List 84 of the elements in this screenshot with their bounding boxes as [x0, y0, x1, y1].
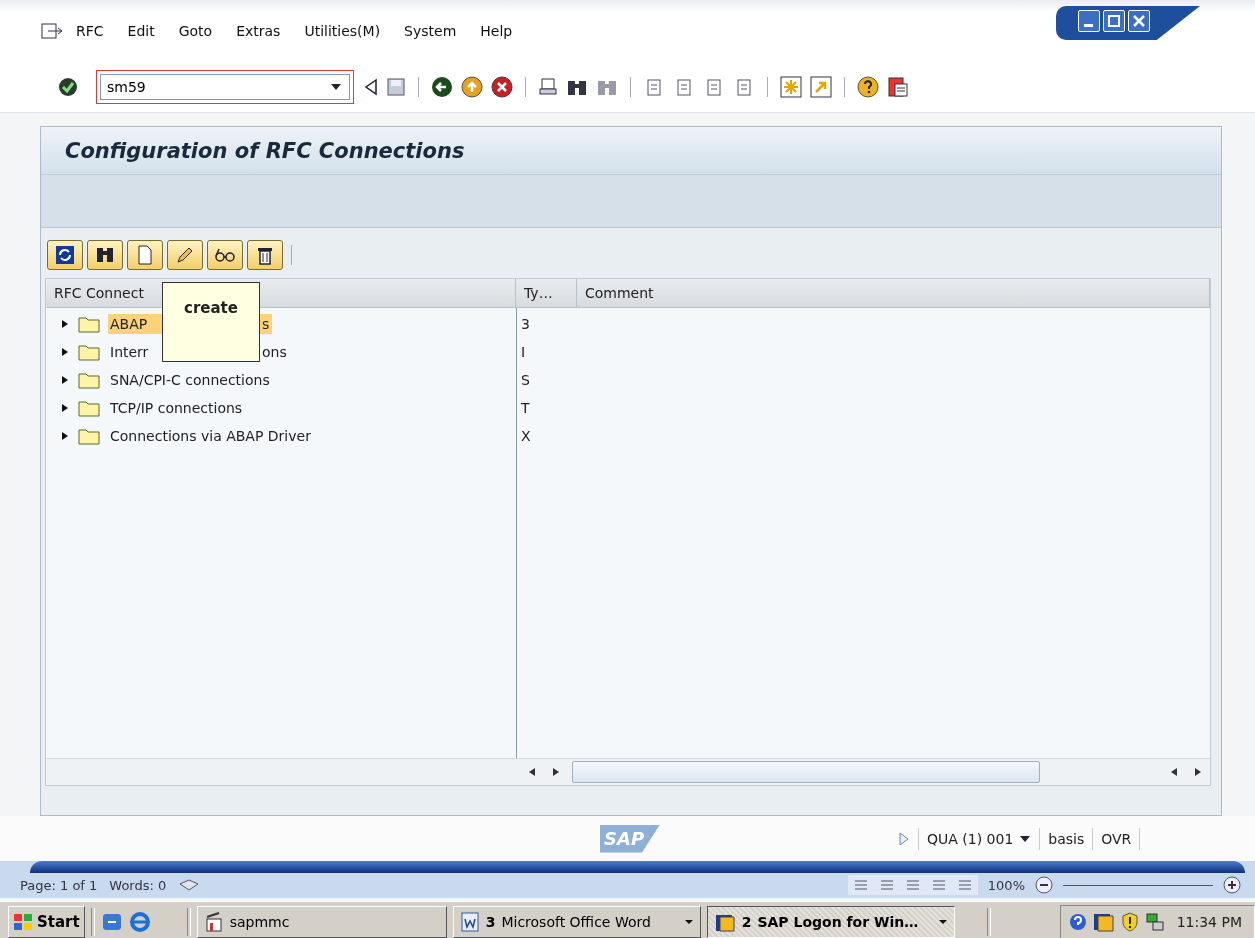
- scroll-thumb[interactable]: [572, 761, 1040, 783]
- expand-status-icon[interactable]: [898, 830, 910, 847]
- new-session-icon[interactable]: [780, 76, 802, 98]
- browser-icon[interactable]: [128, 910, 151, 933]
- create-button[interactable]: [127, 240, 163, 270]
- menu-item[interactable]: Edit: [115, 23, 167, 39]
- display-button[interactable]: [207, 240, 243, 270]
- menu-item[interactable]: Utilities(M): [292, 23, 393, 39]
- system-info: QUA (1) 001: [927, 830, 1014, 847]
- input-mode: OVR: [1101, 830, 1132, 847]
- zoom-level[interactable]: 100%: [987, 877, 1025, 893]
- refresh-icon: [55, 245, 75, 265]
- tree-node[interactable]: SNA/CPI-C connections: [108, 370, 273, 390]
- folder-icon: [78, 315, 100, 333]
- right-arrow-icon: [1194, 767, 1202, 777]
- taskbar-button[interactable]: 2 SAP Logon for Win…: [706, 905, 955, 938]
- back-triangle-icon[interactable]: [364, 78, 378, 96]
- windows-logo-icon: [13, 912, 33, 931]
- folder-icon: [78, 399, 100, 417]
- save-icon[interactable]: [386, 77, 406, 97]
- back-icon[interactable]: [431, 76, 453, 98]
- menu-item[interactable]: Extras: [224, 23, 293, 39]
- type-cell: S: [521, 372, 530, 388]
- right-arrow-icon: [552, 767, 560, 777]
- sap-logo: SAP: [600, 824, 660, 853]
- taskbar-button[interactable]: sapmmc: [196, 905, 447, 938]
- zoom-out-icon[interactable]: [1035, 876, 1053, 894]
- expand-arrow-icon[interactable]: [60, 403, 70, 413]
- trash-icon: [256, 245, 274, 265]
- expand-arrow-icon[interactable]: [60, 431, 70, 441]
- type-cell: 3: [521, 316, 530, 332]
- type-cell: I: [521, 344, 526, 360]
- word-count: Words: 0: [109, 877, 167, 893]
- clock: 11:34 PM: [1176, 913, 1242, 930]
- shortcut-icon[interactable]: [810, 76, 832, 98]
- column-header[interactable]: Ty…: [516, 279, 577, 307]
- network-icon[interactable]: [1144, 911, 1165, 932]
- layout-icon[interactable]: [887, 76, 909, 98]
- print-icon[interactable]: [538, 77, 558, 97]
- minimize-icon[interactable]: [1078, 10, 1100, 32]
- expand-arrow-icon[interactable]: [60, 375, 70, 385]
- folder-icon: [78, 343, 100, 361]
- binoculars-icon: [95, 245, 115, 265]
- document-icon: [136, 245, 154, 265]
- maximize-icon[interactable]: [1103, 10, 1125, 32]
- tooltip: create: [162, 282, 260, 362]
- user-name: basis: [1048, 830, 1085, 847]
- tree-node[interactable]: TCP/IP connections: [108, 398, 246, 418]
- shield-icon[interactable]: [1120, 911, 1139, 932]
- folder-icon: [78, 371, 100, 389]
- menu-item[interactable]: RFC: [64, 23, 116, 39]
- folder-icon: [78, 427, 100, 445]
- menu-item[interactable]: System: [392, 23, 469, 39]
- type-cell: T: [521, 400, 530, 416]
- dropdown-caret-icon[interactable]: [1019, 834, 1032, 843]
- menu-item[interactable]: Goto: [166, 23, 225, 39]
- menu-item[interactable]: Help: [468, 23, 525, 39]
- refresh-button[interactable]: [47, 240, 83, 270]
- expand-arrow-icon[interactable]: [60, 347, 70, 357]
- menu-icon[interactable]: [40, 22, 64, 40]
- close-icon[interactable]: [1128, 10, 1150, 32]
- type-cell: X: [521, 428, 531, 444]
- exit-icon[interactable]: [461, 76, 483, 98]
- command-field[interactable]: sm59: [100, 74, 350, 100]
- start-button[interactable]: Start: [8, 905, 85, 938]
- document-icon: [459, 910, 480, 933]
- taskbar-button[interactable]: 3 Microsoft Office Word: [452, 905, 701, 938]
- zoom-in-icon[interactable]: [1223, 876, 1241, 894]
- delete-button[interactable]: [247, 240, 283, 270]
- dropdown-caret-icon[interactable]: [328, 82, 344, 92]
- left-arrow-icon: [1170, 767, 1178, 777]
- find-button[interactable]: [87, 240, 123, 270]
- check-icon[interactable]: [58, 77, 78, 97]
- tree-node[interactable]: Connections via ABAP Driver: [108, 426, 314, 446]
- cancel-icon[interactable]: [491, 76, 513, 98]
- expand-arrow-icon[interactable]: [60, 319, 70, 329]
- edit-button[interactable]: [167, 240, 203, 270]
- page-count: Page: 1 of 1: [20, 877, 98, 893]
- left-arrow-icon: [528, 767, 536, 777]
- pencil-icon: [175, 245, 195, 265]
- screen-title: Configuration of RFC Connections: [65, 138, 465, 163]
- column-header[interactable]: Comment: [577, 279, 1210, 307]
- glasses-icon: [214, 246, 236, 264]
- help-icon[interactable]: [857, 76, 879, 98]
